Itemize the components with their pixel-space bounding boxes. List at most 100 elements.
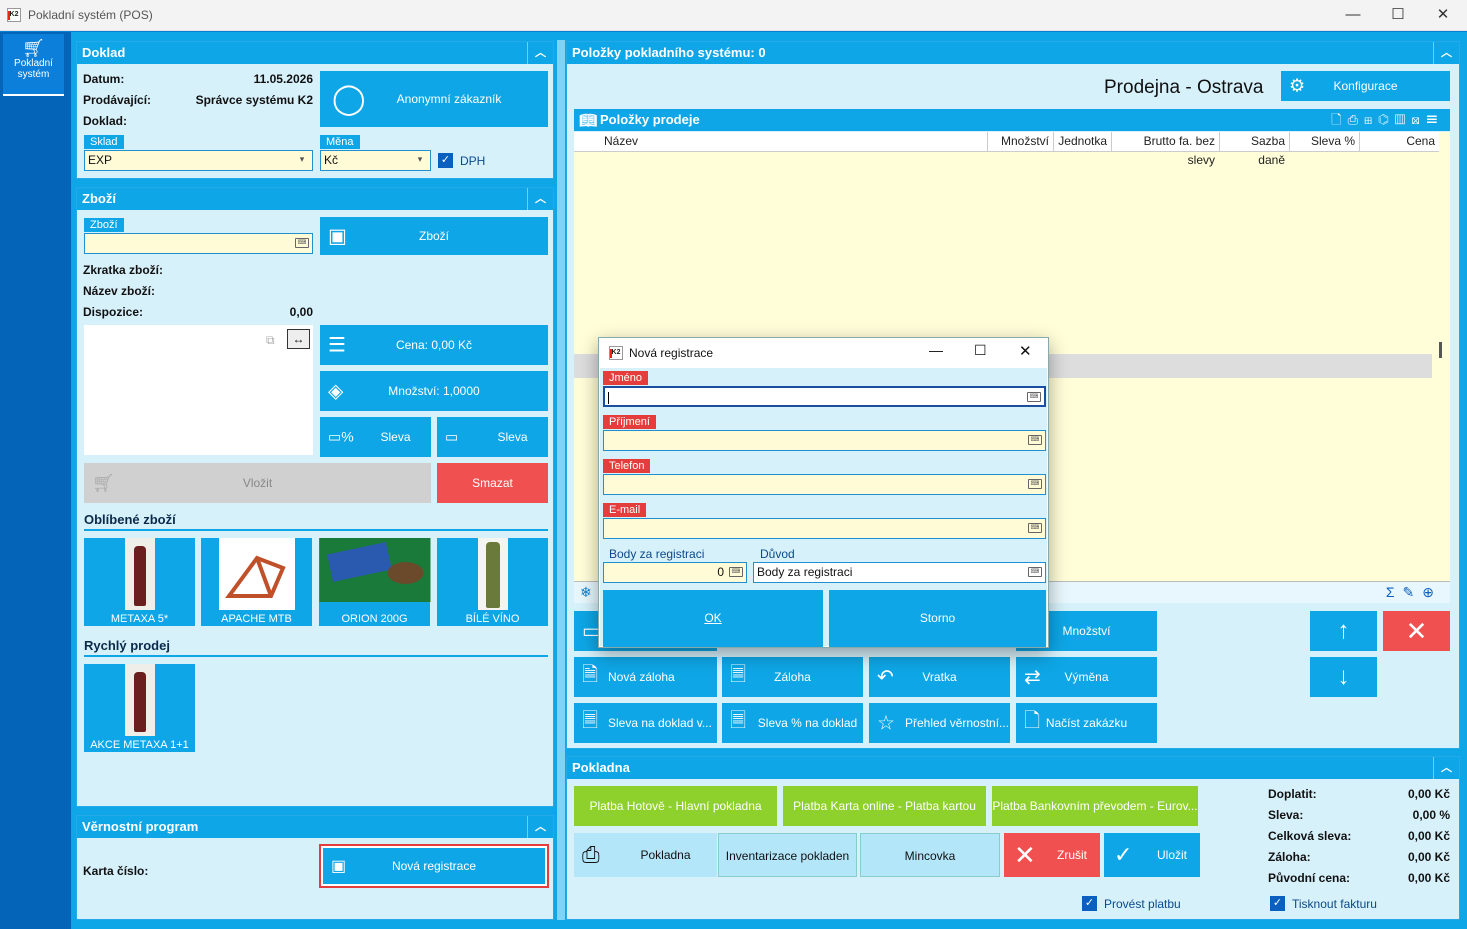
cart-icon: 🛒︎: [22, 38, 45, 58]
sleva-doklad-button[interactable]: 🗏 Sleva na doklad v...: [574, 703, 717, 743]
rychly-title: Rychlý prodej: [84, 638, 548, 657]
dialog-maximize-button[interactable]: ☐: [974, 342, 987, 359]
vlozit-button[interactable]: 🛒︎ Vložit: [84, 463, 431, 503]
col-sazba[interactable]: Sazba daně: [1220, 132, 1290, 167]
telefon-input[interactable]: ⌨: [603, 474, 1046, 495]
col-mnozstvi[interactable]: Množství: [988, 132, 1054, 151]
mena-select[interactable]: Kč ▾: [320, 150, 431, 171]
nova-zaloha-button[interactable]: 🗎 Nová záloha: [574, 657, 717, 697]
inventarizace-button[interactable]: Inventarizace pokladen: [718, 833, 857, 877]
k2-logo: K2: [7, 8, 21, 22]
collapse-polozky-icon[interactable]: ︿: [1433, 42, 1459, 64]
zbozi-tag: Zboží: [84, 218, 124, 232]
favorite-tile[interactable]: ORION 200G: [319, 538, 430, 626]
zbozi-input[interactable]: ⌨: [84, 233, 313, 254]
col-jednotka[interactable]: Jednotka: [1054, 132, 1112, 151]
smazat-button[interactable]: Smazat: [437, 463, 548, 503]
dialog-close-button[interactable]: ✕: [1019, 342, 1032, 360]
remove-item-button[interactable]: ✕: [1383, 611, 1450, 651]
product-image: [477, 538, 508, 610]
cena-button[interactable]: ☰ Cena: 0,00 Kč: [320, 325, 548, 365]
ulozit-button[interactable]: ✓ Uložit: [1104, 833, 1200, 877]
sklad-select[interactable]: EXP ▾: [84, 150, 313, 171]
storno-button[interactable]: Storno: [829, 590, 1046, 647]
product-image: [124, 538, 155, 610]
summary-doplatit: Doplatit: 0,00 Kč: [1268, 787, 1450, 801]
col-cena[interactable]: Cena: [1360, 132, 1439, 151]
jmeno-input[interactable]: ⌨: [603, 386, 1046, 407]
open-external-icon[interactable]: ⧉: [266, 333, 275, 348]
close-icon: ✕: [1014, 840, 1036, 870]
left-nav: [0, 32, 71, 929]
sleva-amount-button[interactable]: ▭ Sleva: [437, 417, 548, 457]
zrusit-button[interactable]: ✕ Zrušit: [1004, 833, 1100, 877]
zbozi-title: Zboží: [82, 191, 116, 206]
favorite-tile[interactable]: BÍLÉ VÍNO: [437, 538, 548, 626]
keyboard-icon: ⌨: [295, 238, 309, 248]
check-icon: ✓: [1114, 842, 1133, 867]
email-input[interactable]: ⌨: [603, 518, 1046, 539]
fit-width-icon[interactable]: ↔: [287, 329, 310, 349]
nacist-zakazku-button[interactable]: 🗋 Načíst zakázku: [1016, 703, 1157, 743]
maximize-button[interactable]: ☐: [1378, 4, 1418, 26]
move-up-button[interactable]: ↑: [1310, 611, 1377, 651]
scrollbar-thumb[interactable]: [1439, 342, 1442, 358]
collapse-zbozi-icon[interactable]: ︿: [527, 188, 553, 210]
platba-prevod-button[interactable]: Platba Bankovním převodem - Eurov...: [992, 786, 1198, 826]
col-nazev[interactable]: Název: [600, 132, 988, 151]
grid-columns: Název Množství Jednotka Brutto fa. bez s…: [574, 132, 1439, 167]
nova-registrace-button[interactable]: ▣ Nová registrace: [319, 844, 549, 888]
product-image: [124, 664, 155, 736]
col-brutto[interactable]: Brutto fa. bez slevy: [1112, 132, 1220, 167]
datum-label: Datum:: [83, 72, 125, 86]
move-down-button[interactable]: ↓: [1310, 657, 1377, 697]
datum-value: 11.05.2026: [253, 72, 313, 86]
prijmeni-input[interactable]: ⌨: [603, 430, 1046, 451]
zbozi-button[interactable]: ▣ Zboží: [320, 217, 548, 255]
minimize-button[interactable]: —: [1333, 4, 1373, 26]
summary: Doplatit: 0,00 Kč Sleva: 0,00 % Celková sl…: [1268, 787, 1450, 897]
sleva-percent-button[interactable]: ▭% Sleva: [320, 417, 431, 457]
sleva-pct-button[interactable]: 🗏 Sleva % na doklad: [722, 703, 863, 743]
zkratka-label: Zkratka zboží:: [83, 263, 164, 277]
summary-zaloha: Záloha: 0,00 Kč: [1268, 850, 1450, 864]
ok-button[interactable]: OK: [603, 590, 823, 647]
add-to-cart-icon: 🛒︎: [92, 473, 115, 493]
duvod-input[interactable]: Body za registraci ⌨: [753, 562, 1046, 583]
quick-sale-tile[interactable]: AKCE METAXA 1+1: [84, 664, 195, 752]
close-window-button[interactable]: ✕: [1423, 4, 1463, 26]
prehled-button[interactable]: ☆ Přehled věrnostní...: [869, 703, 1010, 743]
platba-karta-button[interactable]: Platba Karta online - Platba kartou: [783, 786, 986, 826]
chevron-down-icon: ▾: [299, 154, 305, 164]
collapse-doklad-icon[interactable]: ︿: [527, 42, 553, 64]
store-name: Prodejna - Ostrava: [1104, 77, 1264, 98]
mincovka-button[interactable]: Mincovka: [860, 833, 1000, 877]
duvod-label: Důvod: [760, 547, 795, 561]
anonymous-customer-button[interactable]: ◯ Anonymní zákazník: [320, 71, 548, 127]
keyboard-icon: ⌨: [1028, 479, 1042, 489]
karta-label: Karta číslo:: [83, 864, 149, 878]
vymena-button[interactable]: ⇄ Výměna: [1016, 657, 1157, 697]
snowflake-icon[interactable]: ❄: [580, 584, 592, 601]
arrow-up-icon: ↑: [1337, 617, 1350, 644]
pokladna-button[interactable]: ⎙ Pokladna: [574, 833, 717, 877]
collapse-vernost-icon[interactable]: ︿: [527, 816, 553, 838]
tisknout-checkbox[interactable]: ✓: [1270, 896, 1285, 911]
footer-tools-icons[interactable]: Σ✎⊕: [1386, 584, 1442, 601]
zaloha-button[interactable]: 🗏 Záloha: [722, 657, 863, 697]
body-input[interactable]: 0 ⌨: [603, 562, 747, 583]
vernost-title: Věrnostní program: [82, 819, 199, 834]
dialog-minimize-button[interactable]: —: [929, 342, 943, 358]
col-sleva[interactable]: Sleva %: [1290, 132, 1360, 151]
provest-platbu-checkbox[interactable]: ✓: [1082, 896, 1097, 911]
mnozstvi-button[interactable]: ◈ Množství: 1,0000: [320, 371, 548, 411]
konfigurace-button[interactable]: ⚙ Konfigurace: [1281, 71, 1450, 101]
dph-checkbox[interactable]: ✓: [438, 153, 453, 168]
favorite-tile[interactable]: APACHE MTB: [201, 538, 312, 626]
nav-item-pos[interactable]: 🛒︎ Pokladní systém: [3, 34, 64, 96]
grid-toolbar-icons[interactable]: 🗋⎙⊞⌬▥⊠☰: [1331, 109, 1444, 131]
platba-hotove-button[interactable]: Platba Hotově - Hlavní pokladna: [574, 786, 777, 826]
favorite-tile[interactable]: METAXA 5*: [84, 538, 195, 626]
vratka-button[interactable]: ↶ Vratka: [869, 657, 1010, 697]
collapse-pokladna-icon[interactable]: ︿: [1433, 757, 1459, 779]
